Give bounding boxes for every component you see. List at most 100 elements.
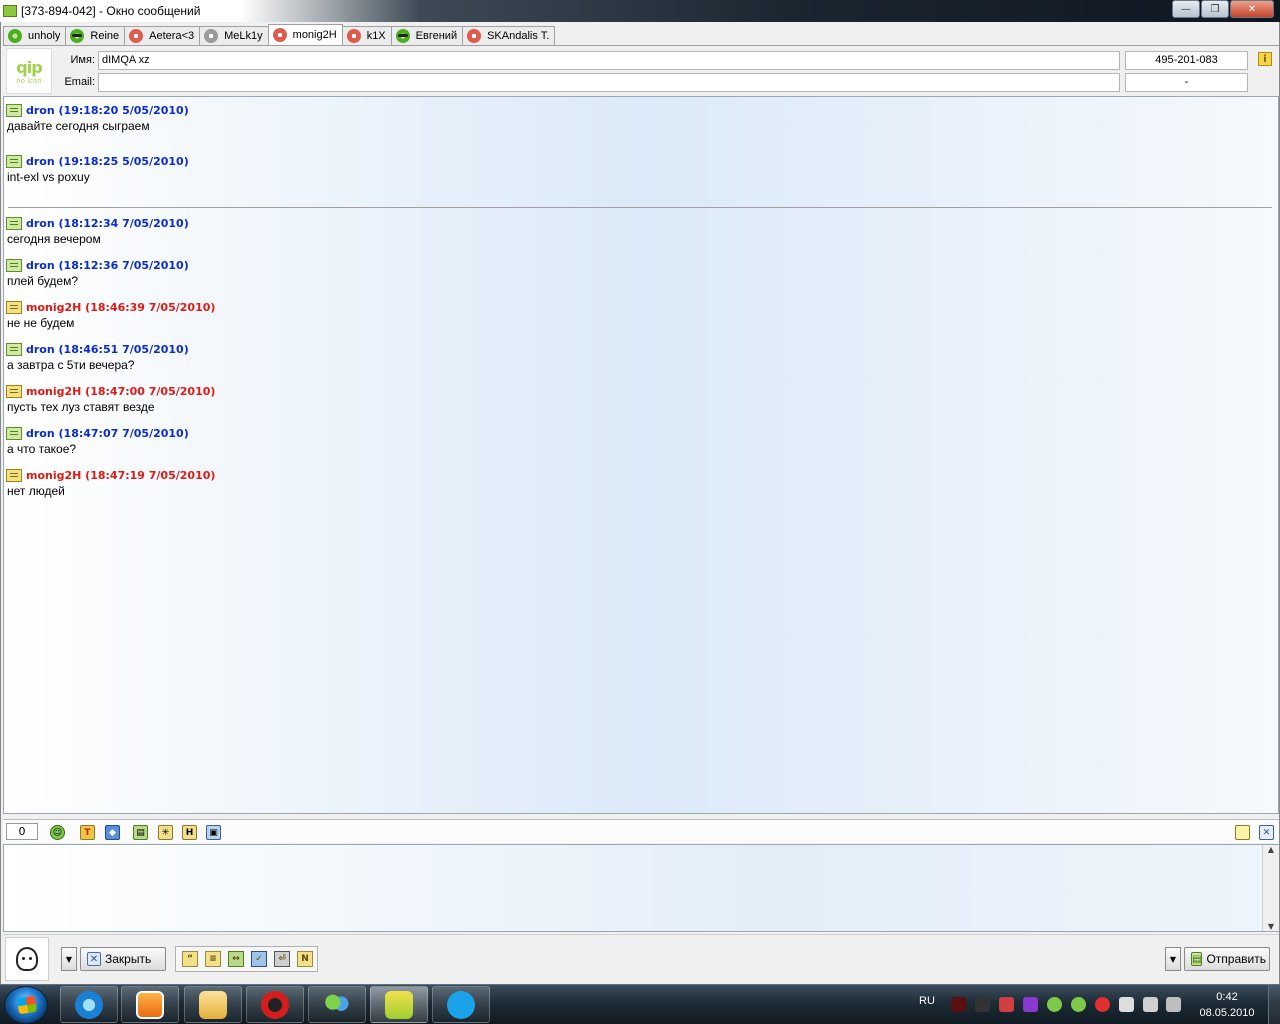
- tray-mouse-icon[interactable]: [975, 997, 990, 1012]
- tab-evgeniy[interactable]: Евгений: [390, 26, 464, 45]
- message-header: dron (18:47:07 7/05/2010): [26, 427, 189, 440]
- tab-reine[interactable]: Reine: [65, 26, 126, 45]
- show-desktop-button[interactable]: [1268, 985, 1280, 1024]
- volume-icon[interactable]: [1166, 997, 1181, 1012]
- message-item: monig2H (18:46:39 7/05/2010) не не будем: [6, 301, 215, 330]
- taskbar-explorer[interactable]: [184, 986, 242, 1023]
- send-options-dropdown[interactable]: ▼: [1165, 947, 1181, 971]
- face-icon: [16, 947, 38, 971]
- tray-status-icon[interactable]: [1095, 997, 1110, 1012]
- tab-melk1y[interactable]: MeLk1y: [199, 26, 269, 45]
- tab-skandalis[interactable]: SKAndalis T.: [462, 26, 556, 45]
- minimize-button[interactable]: —: [1172, 0, 1200, 18]
- user-info-button[interactable]: i: [1258, 52, 1272, 66]
- messenger-icon: [323, 990, 351, 1019]
- outgoing-message-icon: [6, 469, 22, 482]
- taskbar-garena[interactable]: [246, 986, 304, 1023]
- send-button[interactable]: ▤ Отправить: [1184, 947, 1270, 971]
- tray-qip-icon[interactable]: [1047, 997, 1062, 1012]
- note-icon[interactable]: [1235, 825, 1250, 840]
- close-options-dropdown[interactable]: ▼: [61, 947, 77, 971]
- tray-app-icon[interactable]: [951, 997, 966, 1012]
- tray-network-status-icon[interactable]: [1143, 997, 1158, 1012]
- taskbar-skype[interactable]: [432, 986, 490, 1023]
- tab-k1x[interactable]: k1X: [341, 26, 392, 45]
- taskbar-messenger[interactable]: [308, 986, 366, 1023]
- close-compose-icon[interactable]: ✕: [1259, 825, 1274, 840]
- save-icon[interactable]: ▤: [133, 825, 148, 840]
- spell-icon[interactable]: ✓: [251, 951, 267, 967]
- smiley-icon[interactable]: ☺: [50, 825, 65, 840]
- send-file-icon[interactable]: ▣: [206, 825, 221, 840]
- quote-icon[interactable]: “: [182, 951, 198, 967]
- message-item: dron (18:47:07 7/05/2010) а что такое?: [6, 427, 189, 456]
- taskbar-qip[interactable]: [370, 986, 428, 1023]
- outgoing-message-icon: [6, 385, 22, 398]
- message-header: dron (18:12:34 7/05/2010): [26, 217, 189, 230]
- close-button[interactable]: ✕ Закрыть: [80, 947, 166, 971]
- message-text: int-exl vs poxuy: [7, 170, 90, 184]
- note-icon[interactable]: N: [297, 951, 313, 967]
- language-indicator[interactable]: RU: [919, 995, 935, 1007]
- email-field[interactable]: [98, 73, 1120, 92]
- insert-icon[interactable]: ⏎: [274, 951, 290, 967]
- translit-icon[interactable]: ↔: [228, 951, 244, 967]
- message-text: пусть тех луз ставят везде: [7, 400, 155, 414]
- taskbar-internet-explorer[interactable]: [60, 986, 118, 1023]
- message-input[interactable]: [3, 844, 1279, 932]
- taskbar-clock[interactable]: 0:42 08.05.2010: [1190, 989, 1264, 1021]
- color-icon[interactable]: ◆: [105, 825, 120, 840]
- history-icon[interactable]: H: [182, 825, 197, 840]
- uin-field[interactable]: 495-201-083: [1125, 51, 1248, 70]
- message-item: dron (19:18:20 5/05/2010) давайте сегодн…: [6, 104, 189, 133]
- start-button[interactable]: [4, 986, 48, 1024]
- message-text: нет людей: [7, 484, 65, 498]
- my-avatar[interactable]: [5, 937, 49, 981]
- font-icon[interactable]: T: [80, 825, 95, 840]
- contact-avatar: qip no icon: [6, 48, 52, 94]
- maximize-button[interactable]: ❐: [1201, 0, 1229, 18]
- tray-messenger-icon[interactable]: [1023, 997, 1038, 1012]
- flower-green-icon: [8, 29, 22, 43]
- message-header: dron (18:12:36 7/05/2010): [26, 259, 189, 272]
- scroll-up-icon[interactable]: ▲: [1268, 845, 1274, 854]
- no-icon-caption: no icon: [16, 76, 42, 85]
- compose-scrollbar[interactable]: ▲ ▼: [1262, 845, 1279, 931]
- message-item: dron (18:12:34 7/05/2010) сегодня вечеро…: [6, 217, 189, 246]
- scroll-down-icon[interactable]: ▼: [1268, 922, 1274, 931]
- tab-unholy[interactable]: unholy: [3, 26, 67, 45]
- attach-icon[interactable]: ✳: [158, 825, 173, 840]
- send-icon: ▤: [1191, 952, 1203, 966]
- taskbar-media-player[interactable]: [121, 986, 179, 1023]
- close-icon: ✕: [87, 952, 101, 966]
- window-title: [373-894-042] - Окно сообщений: [21, 4, 201, 18]
- tab-label: MeLk1y: [224, 30, 263, 42]
- flower-sunglasses-icon: [395, 29, 410, 43]
- name-field[interactable]: dIMQA xz: [98, 51, 1120, 70]
- message-item: dron (18:46:51 7/05/2010) а завтра с 5ти…: [6, 343, 189, 372]
- text-icon[interactable]: ≡: [205, 951, 221, 967]
- tray-icq-icon[interactable]: [1071, 997, 1086, 1012]
- bottom-bar: ▼ ✕ Закрыть “ ≡ ↔ ✓ ⏎ N ▼ ▤ Отправить: [3, 934, 1279, 982]
- message-history: dron (19:18:20 5/05/2010) давайте сегодн…: [3, 96, 1279, 814]
- incoming-message-icon: [6, 343, 22, 356]
- tab-aetera[interactable]: Aetera<3: [124, 26, 201, 45]
- tab-label: k1X: [366, 30, 386, 42]
- close-window-button[interactable]: ✕: [1230, 0, 1274, 18]
- qip-logo: qip: [16, 57, 42, 77]
- clock-date: 08.05.2010: [1199, 1007, 1255, 1019]
- flower-gray-icon: [204, 29, 219, 43]
- flower-red-icon: [346, 29, 361, 43]
- window-controls: — ❐ ✕: [1171, 0, 1274, 18]
- message-item: dron (18:12:36 7/05/2010) плей будем?: [6, 259, 189, 288]
- tab-label: unholy: [28, 30, 61, 42]
- tray-network-icon[interactable]: [999, 997, 1014, 1012]
- name-label: Имя:: [70, 54, 95, 66]
- outgoing-message-icon: [6, 301, 22, 314]
- status-field[interactable]: -: [1125, 73, 1248, 92]
- internet-explorer-icon: [75, 990, 103, 1019]
- tray-flag-icon[interactable]: [1119, 997, 1134, 1012]
- message-header: dron (19:18:25 5/05/2010): [26, 155, 189, 168]
- tab-monig2h[interactable]: monig2H: [267, 24, 343, 45]
- send-button-label: Отправить: [1206, 952, 1266, 966]
